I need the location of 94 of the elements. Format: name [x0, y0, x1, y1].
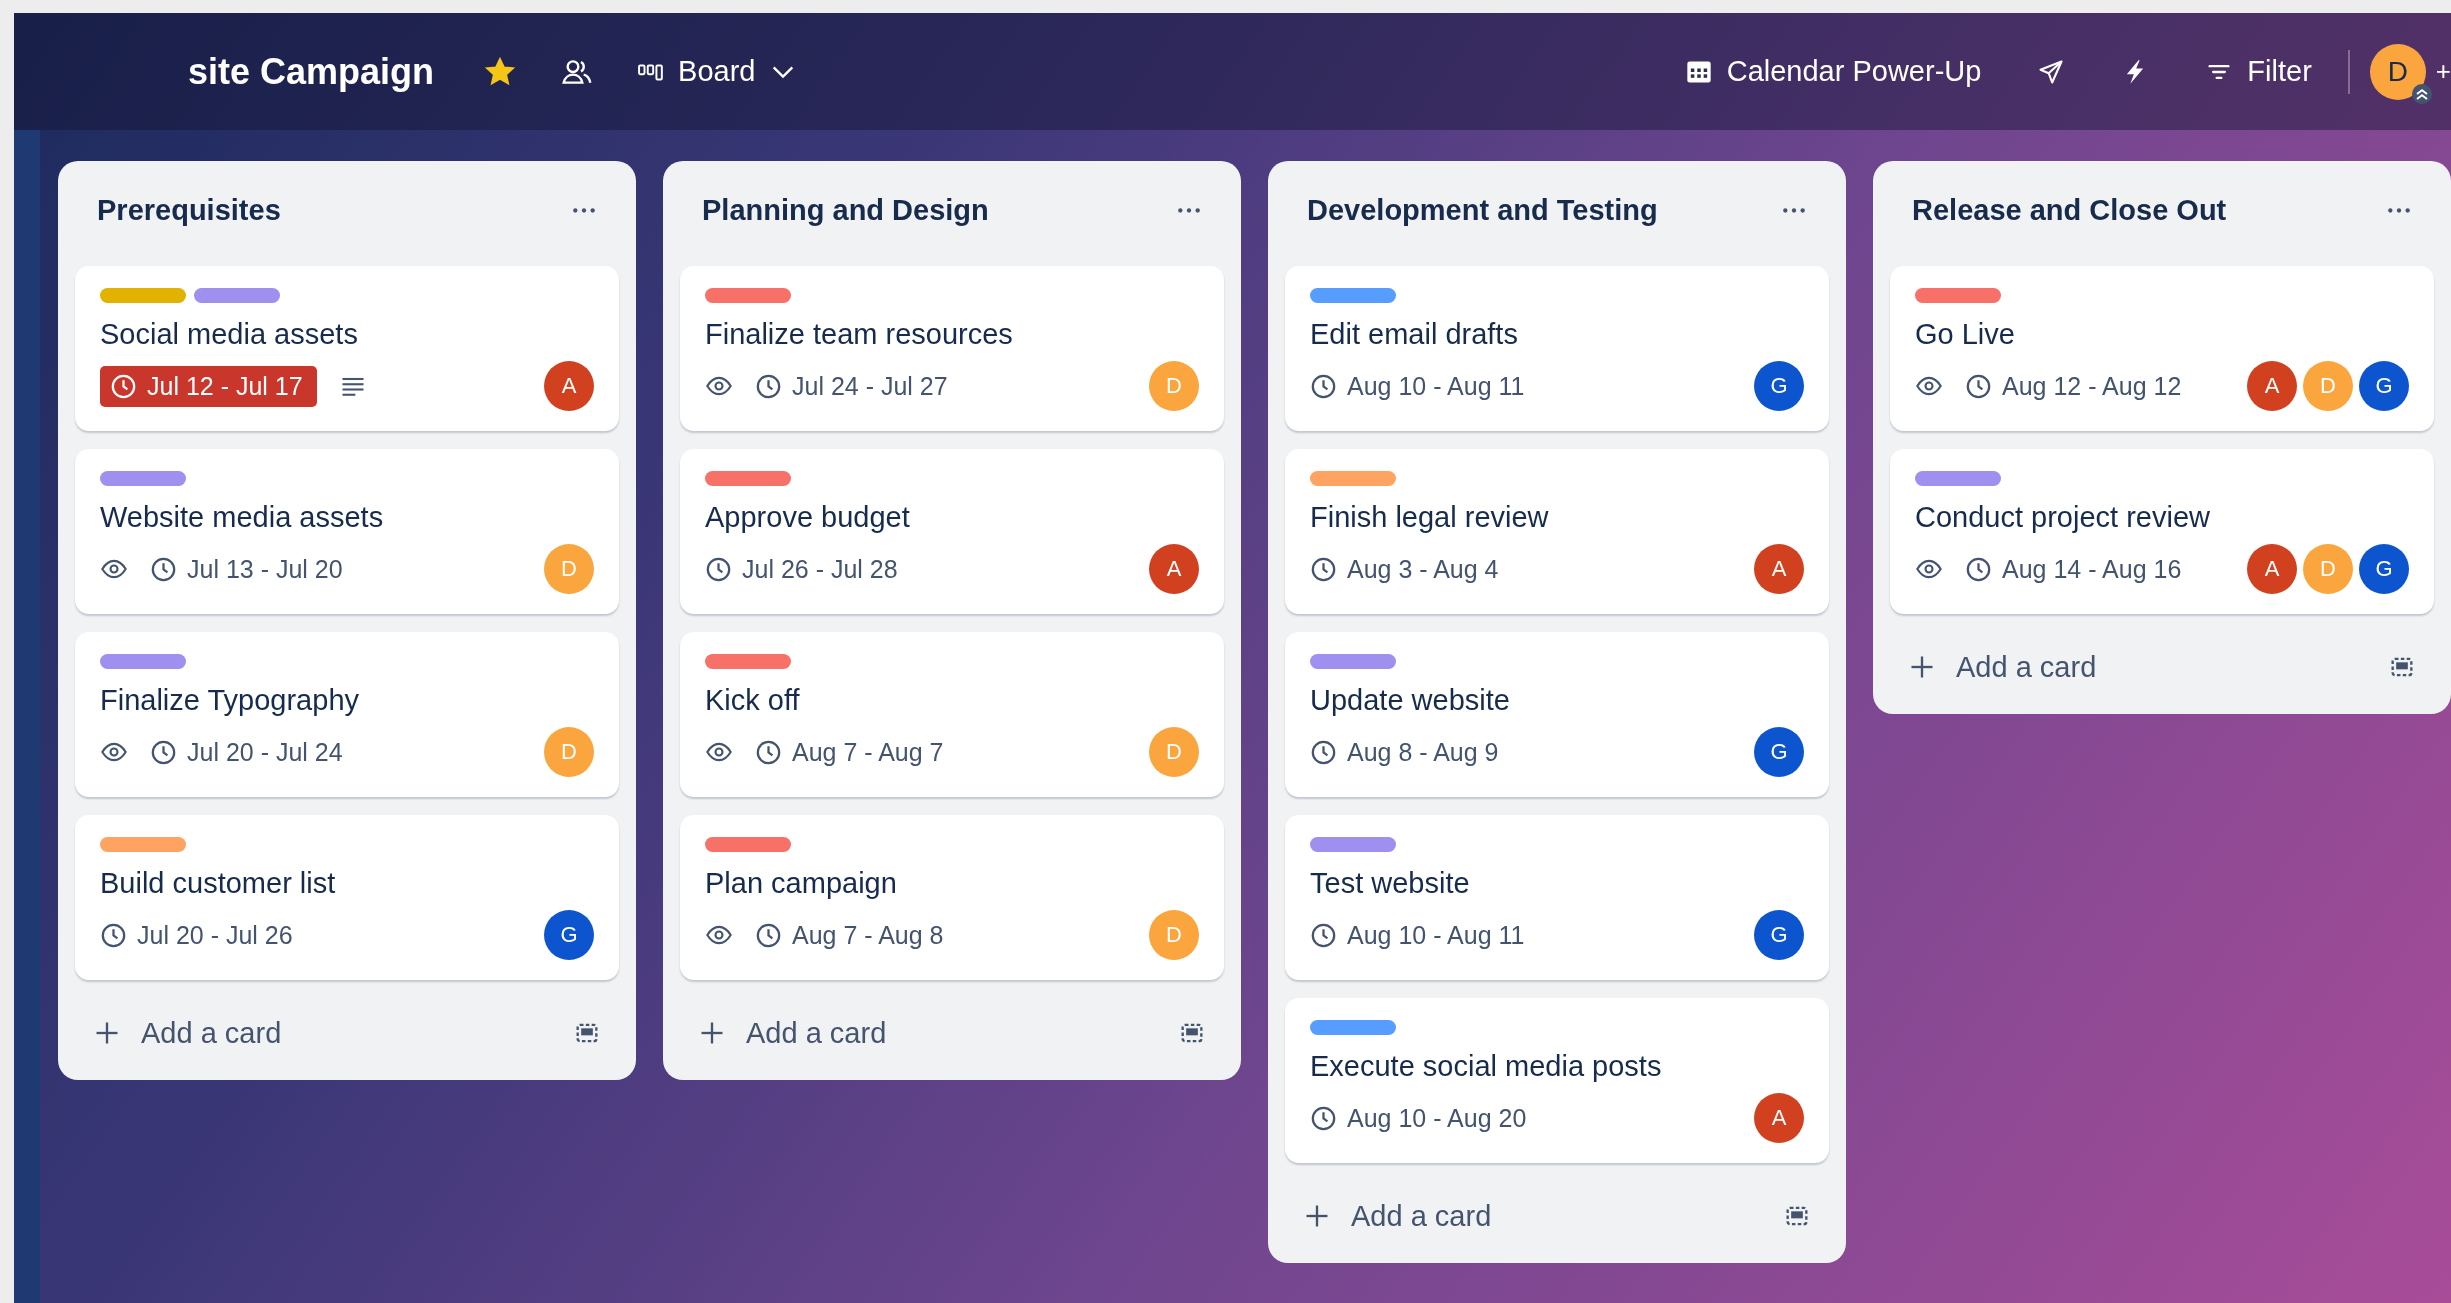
more-options-icon[interactable] [1781, 206, 1807, 215]
due-date-badge[interactable]: Aug 14 - Aug 16 [1965, 548, 2182, 590]
more-members-count[interactable]: + [2435, 56, 2451, 87]
due-date-badge[interactable]: Jul 20 - Jul 26 [100, 914, 293, 956]
task-card[interactable]: Finalize Typography Jul 20 - Jul 24 D [75, 632, 619, 797]
card-label[interactable] [705, 288, 791, 303]
board-view-button[interactable]: Board [638, 55, 798, 88]
task-card[interactable]: Plan campaign Aug 7 - Aug 8 D [680, 815, 1224, 980]
more-options-icon[interactable] [571, 206, 597, 215]
card-label[interactable] [100, 837, 186, 852]
due-date-badge[interactable]: Jul 13 - Jul 20 [150, 548, 343, 590]
due-date-badge[interactable]: Jul 24 - Jul 27 [755, 365, 948, 407]
member-avatar[interactable]: G [2359, 544, 2409, 594]
more-options-icon[interactable] [2386, 206, 2412, 215]
task-card[interactable]: Test website Aug 10 - Aug 11 G [1285, 815, 1829, 980]
task-card[interactable]: Finish legal review Aug 3 - Aug 4 A [1285, 449, 1829, 614]
card-label[interactable] [1310, 471, 1396, 486]
card-label[interactable] [705, 471, 791, 486]
task-card[interactable]: Finalize team resources Jul 24 - Jul 27 D [680, 266, 1224, 431]
list-title[interactable]: Development and Testing [1307, 194, 1658, 227]
calendar-power-up-button[interactable]: Calendar Power-Up [1684, 55, 1982, 88]
task-card[interactable]: Conduct project review Aug 14 - Aug 16 A D G [1890, 449, 2434, 614]
card-label[interactable] [1310, 837, 1396, 852]
card-title: Finalize team resources [705, 317, 1014, 352]
card-label[interactable] [705, 837, 791, 852]
list-title[interactable]: Planning and Design [702, 194, 989, 227]
star-icon[interactable] [484, 55, 517, 88]
task-card[interactable]: Go Live Aug 12 - Aug 12 A D G [1890, 266, 2434, 431]
task-card[interactable]: Website media assets Jul 13 - Jul 20 D [75, 449, 619, 614]
member-avatar[interactable]: A [2247, 361, 2297, 411]
card-title: Finalize Typography [100, 683, 360, 718]
task-card[interactable]: Edit email drafts Aug 10 - Aug 11 G [1285, 266, 1829, 431]
list-title[interactable]: Release and Close Out [1912, 194, 2227, 227]
card-label[interactable] [1310, 654, 1396, 669]
task-card[interactable]: Execute social media posts Aug 10 - Aug 20 A [1285, 998, 1829, 1163]
due-date-badge[interactable]: Aug 10 - Aug 20 [1310, 1097, 1527, 1139]
due-date-badge[interactable]: Aug 12 - Aug 12 [1965, 365, 2182, 407]
due-date-badge[interactable]: Aug 8 - Aug 9 [1310, 731, 1499, 773]
card-label[interactable] [1915, 288, 2001, 303]
add-card-button[interactable]: Add a card [1908, 650, 2097, 684]
card-label[interactable] [194, 288, 280, 303]
list-title[interactable]: Prerequisites [97, 194, 281, 227]
task-card[interactable]: Build customer list Jul 20 - Jul 26 G [75, 815, 619, 980]
card-title: Build customer list [100, 866, 337, 901]
card-title: Plan campaign [705, 866, 898, 901]
due-date-badge[interactable]: Jul 20 - Jul 24 [150, 731, 343, 773]
due-date-badge[interactable]: Aug 10 - Aug 11 [1310, 914, 1525, 956]
add-card-button[interactable]: Add a card [698, 1016, 887, 1050]
card-label[interactable] [705, 654, 791, 669]
card-title: Go Live [1915, 317, 2016, 352]
member-avatar[interactable]: G [1754, 727, 1804, 777]
card-title: Conduct project review [1915, 500, 2211, 535]
member-avatar[interactable]: A [544, 361, 594, 411]
member-avatar[interactable]: A [1149, 544, 1199, 594]
add-card-button[interactable]: Add a card [1303, 1199, 1492, 1233]
member-avatar[interactable]: G [1754, 361, 1804, 411]
board-title[interactable]: site Campaign [188, 50, 435, 93]
card-title: Update website [1310, 683, 1511, 718]
card-label[interactable] [100, 654, 186, 669]
member-avatar[interactable]: G [2359, 361, 2409, 411]
card-label[interactable] [1310, 1020, 1396, 1035]
due-date-badge[interactable]: Aug 10 - Aug 11 [1310, 365, 1525, 407]
card-title: Approve budget [705, 500, 911, 535]
due-date-badge[interactable]: Jul 26 - Jul 28 [705, 548, 898, 590]
card-title: Edit email drafts [1310, 317, 1519, 352]
card-title: Website media assets [100, 500, 385, 535]
due-date-badge[interactable]: Aug 3 - Aug 4 [1310, 548, 1499, 590]
card-label[interactable] [1915, 471, 2001, 486]
task-card[interactable]: Update website Aug 8 - Aug 9 G [1285, 632, 1829, 797]
card-title: Kick off [705, 683, 801, 718]
task-card[interactable]: Kick off Aug 7 - Aug 7 D [680, 632, 1224, 797]
card-title: Execute social media posts [1310, 1049, 1663, 1084]
member-avatar[interactable]: A [1754, 544, 1804, 594]
member-avatar[interactable]: A [1754, 1093, 1804, 1143]
card-title: Social media assets [100, 317, 359, 352]
due-date-badge[interactable]: Aug 7 - Aug 8 [755, 914, 944, 956]
member-avatar[interactable]: D [2369, 43, 2426, 100]
card-label[interactable] [100, 471, 186, 486]
due-date-badge[interactable]: Aug 7 - Aug 7 [755, 731, 944, 773]
task-card[interactable]: Social media assets Jul 12 - Jul 17 A [75, 266, 619, 431]
admin-badge-icon [2411, 83, 2432, 104]
more-options-icon[interactable] [1176, 206, 1202, 215]
member-avatar[interactable]: A [2247, 544, 2297, 594]
board-icon [638, 62, 665, 81]
member-avatar[interactable]: G [1754, 910, 1804, 960]
card-title: Test website [1310, 866, 1471, 901]
card-label[interactable] [100, 288, 186, 303]
card-title: Finish legal review [1310, 500, 1550, 535]
member-avatar[interactable]: G [544, 910, 594, 960]
filter-button[interactable]: Filter [2205, 55, 2312, 88]
card-label[interactable] [1310, 288, 1396, 303]
task-card[interactable]: Approve budget Jul 26 - Jul 28 A [680, 449, 1224, 614]
due-date-badge[interactable]: Jul 12 - Jul 17 [100, 365, 317, 407]
add-card-button[interactable]: Add a card [93, 1016, 282, 1050]
